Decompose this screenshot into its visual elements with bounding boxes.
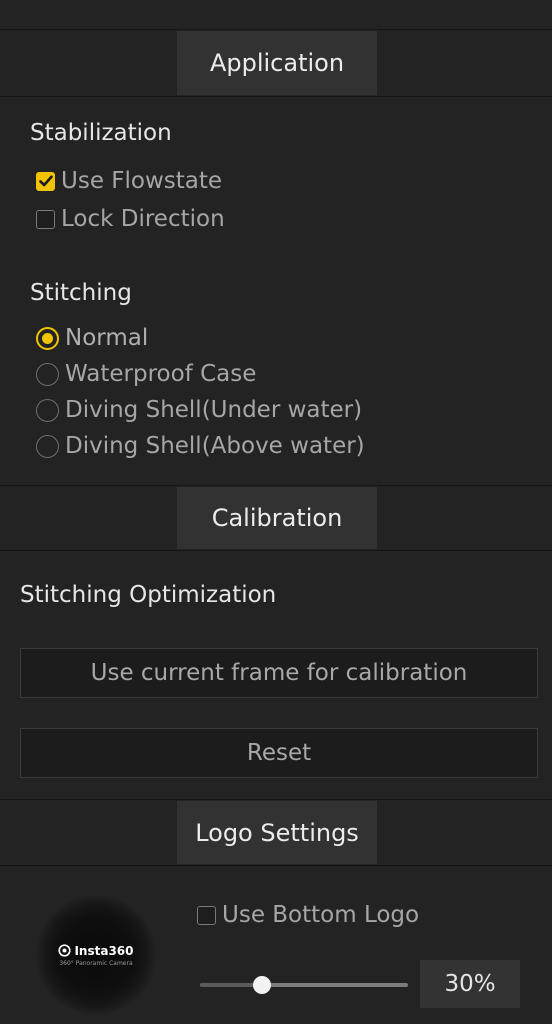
tab-logo-settings-label: Logo Settings	[195, 818, 359, 847]
use-flowstate-label: Use Flowstate	[61, 168, 223, 194]
brand-logo: Insta360	[58, 943, 134, 958]
use-flowstate-checkbox[interactable]	[36, 171, 55, 191]
tab-application[interactable]: Application	[177, 31, 377, 95]
logo-size-slider[interactable]	[200, 976, 408, 994]
radio-selected-dot	[42, 332, 53, 344]
brand-tagline: 360° Panoramic Camera	[59, 959, 133, 967]
brand-name: Insta360	[74, 943, 134, 958]
stitching-option-normal[interactable]: Normal	[36, 325, 148, 351]
top-separator	[0, 29, 552, 30]
tab-application-label: Application	[209, 49, 345, 77]
stitching-heading: Stitching	[30, 280, 132, 306]
stabilization-heading: Stabilization	[30, 120, 172, 146]
logo-size-value[interactable]: 30%	[420, 960, 520, 1008]
stitching-option-label: Waterproof Case	[65, 361, 257, 387]
use-bottom-logo-option[interactable]: Use Bottom Logo	[197, 902, 419, 928]
radio-diving-under[interactable]	[36, 398, 59, 422]
lock-direction-label: Lock Direction	[61, 206, 225, 232]
use-current-frame-label: Use current frame for calibration	[90, 660, 468, 686]
stitching-option-diving-under[interactable]: Diving Shell(Under water)	[36, 397, 362, 423]
stitching-option-waterproof-case[interactable]: Waterproof Case	[36, 361, 256, 387]
tab-calibration-label: Calibration	[211, 504, 343, 532]
separator	[0, 865, 552, 866]
lock-direction-checkbox[interactable]	[36, 209, 55, 229]
stitching-option-label: Diving Shell(Under water)	[65, 397, 363, 423]
stitching-option-label: Normal	[65, 325, 149, 351]
logo-preview: Insta360 360° Panoramic Camera	[36, 895, 156, 1015]
use-current-frame-button[interactable]: Use current frame for calibration	[20, 648, 538, 698]
use-bottom-logo-label: Use Bottom Logo	[222, 902, 420, 928]
stitching-optimization-heading: Stitching Optimization	[20, 582, 277, 608]
separator	[0, 96, 552, 97]
use-bottom-logo-checkbox[interactable]	[197, 905, 216, 925]
separator	[0, 799, 552, 800]
stitching-option-label: Diving Shell(Above water)	[65, 433, 365, 459]
radio-diving-above[interactable]	[36, 434, 59, 458]
brand-logo-icon	[58, 944, 72, 957]
tab-calibration[interactable]: Calibration	[177, 487, 377, 549]
separator	[0, 485, 552, 486]
reset-label: Reset	[246, 740, 312, 766]
separator	[0, 550, 552, 551]
radio-normal[interactable]	[36, 326, 59, 350]
stitching-option-diving-above[interactable]: Diving Shell(Above water)	[36, 433, 365, 459]
logo-size-percent: 30%	[444, 971, 496, 997]
radio-waterproof-case[interactable]	[36, 362, 59, 386]
check-icon	[38, 175, 53, 187]
lock-direction-option[interactable]: Lock Direction	[36, 206, 225, 232]
use-flowstate-option[interactable]: Use Flowstate	[36, 168, 222, 194]
tab-logo-settings[interactable]: Logo Settings	[177, 801, 377, 864]
reset-button[interactable]: Reset	[20, 728, 538, 778]
slider-thumb[interactable]	[253, 976, 271, 994]
